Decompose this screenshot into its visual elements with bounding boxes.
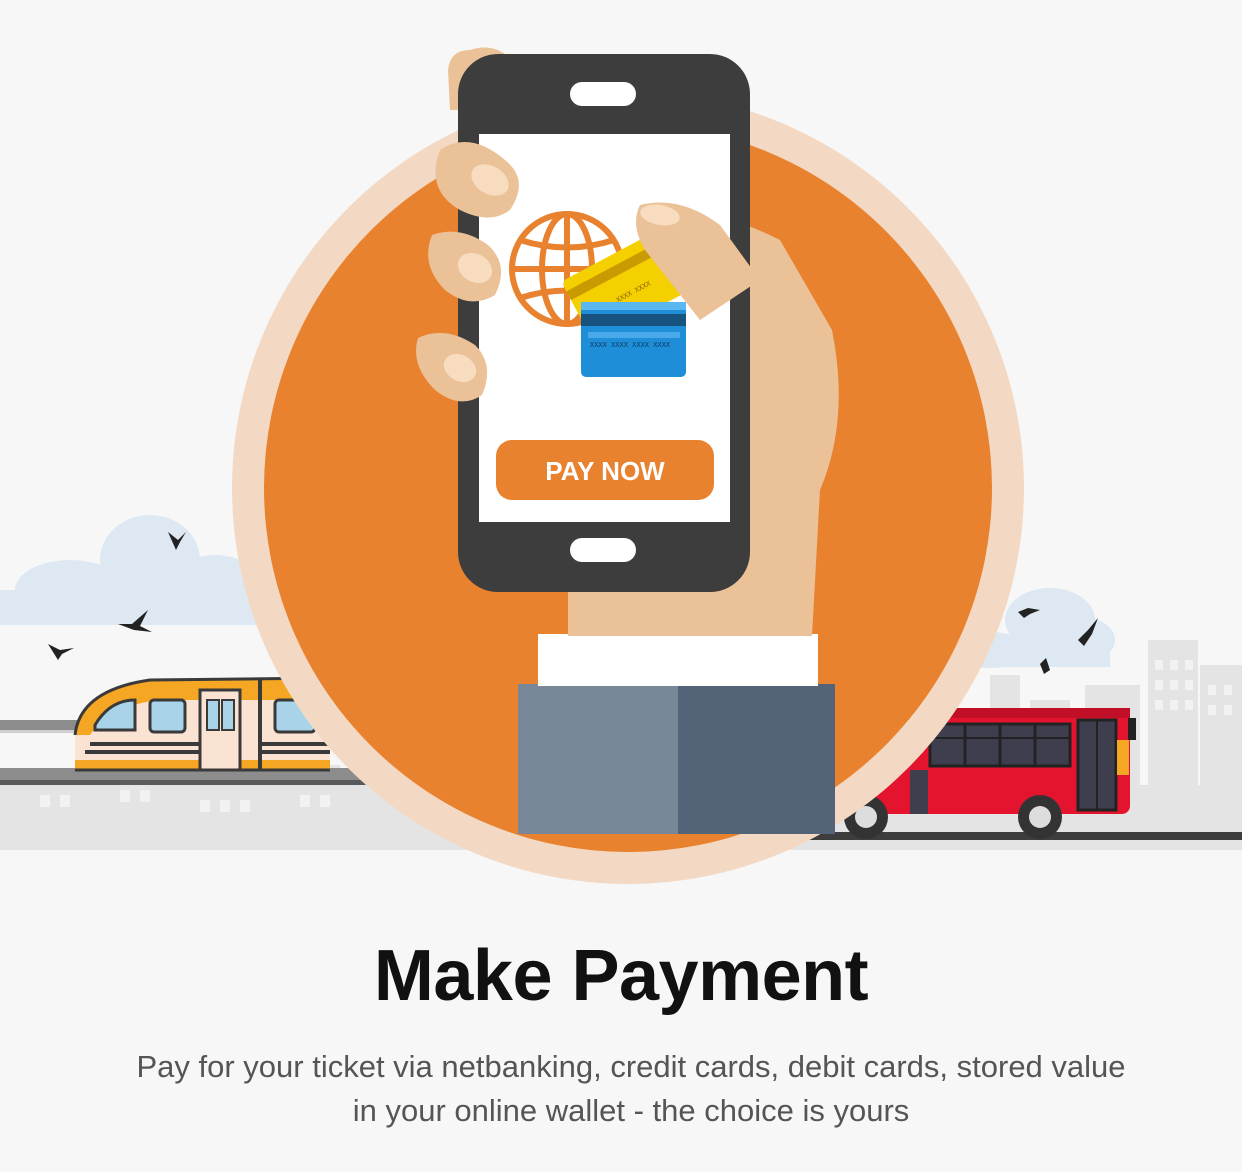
credit-card-icon: XXXX XXXX XXXX XXXX — [581, 302, 686, 377]
page-title: Make Payment — [373, 936, 869, 1016]
pay-now-button[interactable]: PAY NOW — [496, 440, 714, 500]
description-line-1: Pay for your ticket via netbanking, cred… — [136, 1049, 1126, 1084]
road — [780, 832, 1242, 840]
description-text: Pay for your ticket via netbanking, cred… — [91, 1045, 1171, 1133]
payment-illustration: XXXX XXXX XXXX XXXX XXXX XXXX PAY NOW — [0, 47, 1242, 884]
card-number: XXXX XXXX XXXX XXXX — [590, 341, 671, 349]
sleeve — [518, 634, 835, 834]
description-line-2: in your online wallet - the choice is yo… — [352, 1093, 910, 1128]
pay-now-label: PAY NOW — [545, 456, 665, 486]
